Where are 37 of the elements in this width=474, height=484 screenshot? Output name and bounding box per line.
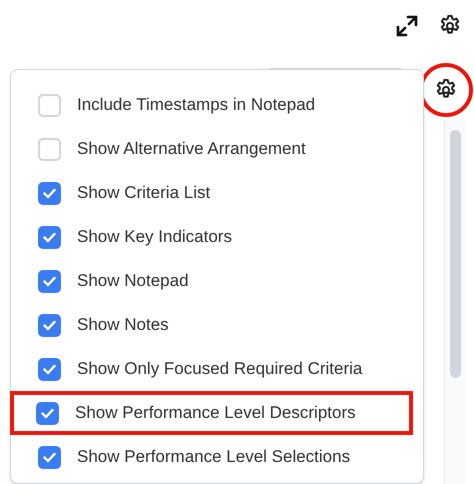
check-icon xyxy=(43,452,56,462)
menu-item[interactable]: Show Notepad xyxy=(11,259,423,303)
checkbox[interactable] xyxy=(38,270,61,292)
checkbox[interactable] xyxy=(38,226,61,248)
menu-item[interactable]: Show Criteria List xyxy=(11,171,423,215)
option-label: Show Notes xyxy=(77,314,169,336)
menu-item[interactable]: Show Only Focused Required Criteria xyxy=(11,347,423,391)
checkbox[interactable] xyxy=(38,446,61,468)
option-label: Show Criteria List xyxy=(77,182,210,204)
option-label: Show Only Focused Required Criteria xyxy=(77,358,362,380)
check-icon xyxy=(43,364,56,374)
option-label: Show Notepad xyxy=(77,270,189,292)
checkbox[interactable] xyxy=(38,138,61,160)
menu-item[interactable]: Show Alternative Arrangement xyxy=(11,127,423,171)
menu-item[interactable]: Show Notes xyxy=(11,303,423,347)
checkbox[interactable] xyxy=(38,94,61,116)
check-icon xyxy=(41,408,54,418)
checkbox[interactable] xyxy=(38,182,61,204)
option-label: Show Alternative Arrangement xyxy=(77,138,306,160)
option-label: Show Performance Level Descriptors xyxy=(75,402,356,424)
checkbox[interactable] xyxy=(36,402,59,424)
check-icon xyxy=(43,188,56,198)
checkbox[interactable] xyxy=(38,358,61,380)
check-icon xyxy=(43,320,56,330)
scrollbar-thumb[interactable] xyxy=(450,130,461,378)
menu-item[interactable]: Include Timestamps in Notepad xyxy=(11,83,423,127)
check-icon xyxy=(43,232,56,242)
menu-item[interactable]: Show Key Indicators xyxy=(11,215,423,259)
expand-button[interactable] xyxy=(394,13,420,39)
check-icon xyxy=(43,276,56,286)
option-label: Show Key Indicators xyxy=(77,226,232,248)
menu-item[interactable]: Show Performance Level Descriptors xyxy=(10,391,413,435)
checkbox[interactable] xyxy=(38,314,61,336)
expand-icon xyxy=(394,13,420,39)
option-label: Include Timestamps in Notepad xyxy=(77,94,316,116)
option-label: Show Performance Level Selections xyxy=(77,446,350,468)
menu-item[interactable]: Show Performance Level Selections xyxy=(11,435,423,479)
